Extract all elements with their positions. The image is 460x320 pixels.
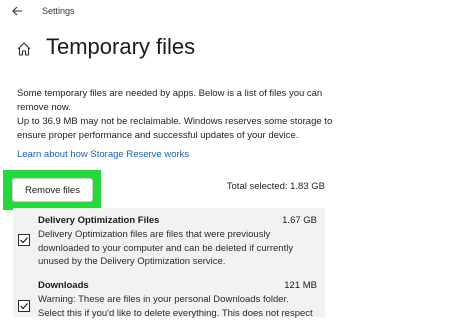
remove-files-button[interactable]: Remove files	[12, 178, 93, 202]
checkmark-icon	[20, 303, 28, 310]
reserve-text: Up to 36.9 MB may not be reclaimable. Wi…	[17, 116, 333, 141]
title-bar: Settings	[0, 0, 460, 26]
item-size: 1.67 GB	[282, 215, 317, 226]
back-arrow-icon[interactable]	[11, 5, 23, 17]
temporary-files-list: Delivery Optimization Files 1.67 GB Deli…	[13, 208, 325, 319]
item-name: Delivery Optimization Files	[38, 215, 160, 226]
item-description: Delivery Optimization files are files th…	[38, 229, 294, 267]
total-selected: Total selected: 1.83 GB	[226, 181, 325, 192]
item-size: 121 MB	[284, 280, 317, 291]
checkmark-icon	[20, 237, 28, 244]
app-title: Settings	[42, 6, 75, 16]
intro-text: Some temporary files are needed by apps.…	[17, 88, 323, 113]
storage-reserve-link[interactable]: Learn about how Storage Reserve works	[17, 149, 189, 160]
home-icon	[17, 42, 31, 56]
checkbox-downloads[interactable]	[18, 300, 30, 312]
item-description: Warning: These are files in your persona…	[38, 294, 313, 319]
page-title: Temporary files	[46, 34, 196, 59]
checkbox-delivery-optimization[interactable]	[18, 234, 30, 246]
item-name: Downloads	[38, 280, 89, 291]
